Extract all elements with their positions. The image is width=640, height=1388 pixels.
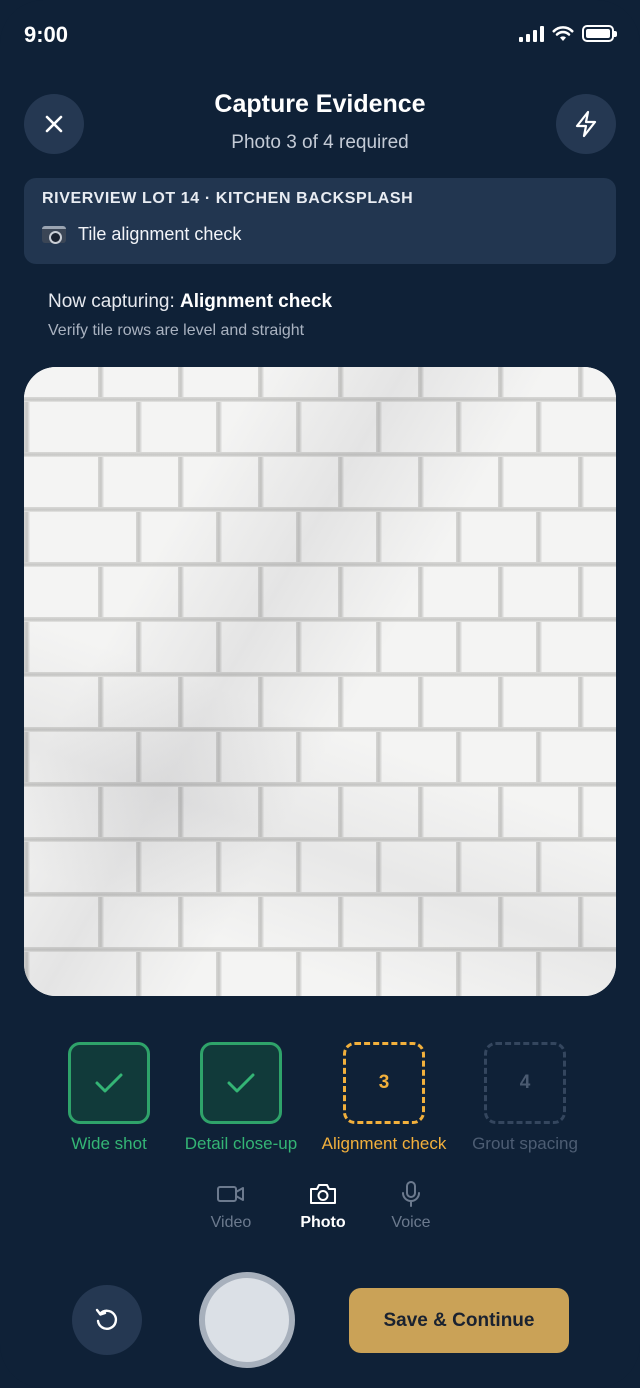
capturing-hint: Verify tile rows are level and straight <box>48 322 305 339</box>
video-icon <box>217 1186 244 1202</box>
status-icons <box>519 25 617 42</box>
signal-icon <box>519 25 544 42</box>
capturing-prefix: Now capturing: <box>48 291 181 312</box>
check-icon <box>95 1073 123 1093</box>
camera-viewfinder[interactable] <box>24 367 616 996</box>
flash-icon <box>575 110 597 138</box>
retake-button[interactable] <box>72 1285 142 1355</box>
battery-icon <box>582 25 617 42</box>
step-progress: Wide shot Detail close-up 3 Alignment ch… <box>0 1042 640 1162</box>
viewfinder-shadow <box>24 367 616 996</box>
step-box: 3 <box>343 1042 425 1124</box>
job-task: Tile alignment check <box>42 224 598 245</box>
page-title: Capture Evidence <box>214 90 426 118</box>
save-continue-button[interactable]: Save & Continue <box>349 1288 569 1353</box>
status-time: 9:00 <box>24 22 69 47</box>
mode-tab-video[interactable]: Video <box>181 1180 281 1232</box>
job-task-label: Tile alignment check <box>78 224 242 244</box>
phone-screen: 9:00 Capture Evidence Photo 3 of 4 requi… <box>0 0 640 1388</box>
step-number: 4 <box>519 1072 531 1093</box>
step-item[interactable]: Detail close-up <box>161 1042 321 1154</box>
capturing-label: Now capturing: Alignment check <box>48 291 332 313</box>
job-card: RIVERVIEW LOT 14 · KITCHEN BACKSPLASH Ti… <box>24 178 616 264</box>
mode-label: Voice <box>391 1214 431 1231</box>
step-label: Detail close-up <box>184 1134 298 1153</box>
step-item[interactable]: 4 Grout spacing <box>445 1042 605 1154</box>
step-box <box>200 1042 282 1124</box>
capturing-step: Alignment check <box>180 291 333 312</box>
camera-icon <box>310 1184 336 1204</box>
step-item[interactable]: 3 Alignment check <box>304 1042 464 1154</box>
step-label: Alignment check <box>321 1134 447 1153</box>
mode-label: Photo <box>300 1214 346 1231</box>
step-number: 3 <box>378 1072 390 1093</box>
mode-tab-voice[interactable]: Voice <box>361 1180 461 1232</box>
shutter-button[interactable] <box>199 1272 295 1368</box>
step-box: 4 <box>484 1042 566 1124</box>
step-label: Grout spacing <box>472 1134 578 1153</box>
mode-tab-photo[interactable]: Photo <box>273 1180 373 1232</box>
wifi-icon <box>552 25 574 41</box>
step-box <box>68 1042 150 1124</box>
check-icon <box>227 1073 255 1093</box>
photo-progress: Photo 3 of 4 required <box>231 132 409 153</box>
retake-icon <box>95 1308 118 1330</box>
flash-button[interactable] <box>556 94 616 154</box>
job-project: RIVERVIEW LOT 14 · KITCHEN BACKSPLASH <box>42 190 414 207</box>
microphone-icon <box>402 1181 420 1207</box>
camera-icon <box>42 226 66 244</box>
mode-label: Video <box>210 1214 252 1231</box>
